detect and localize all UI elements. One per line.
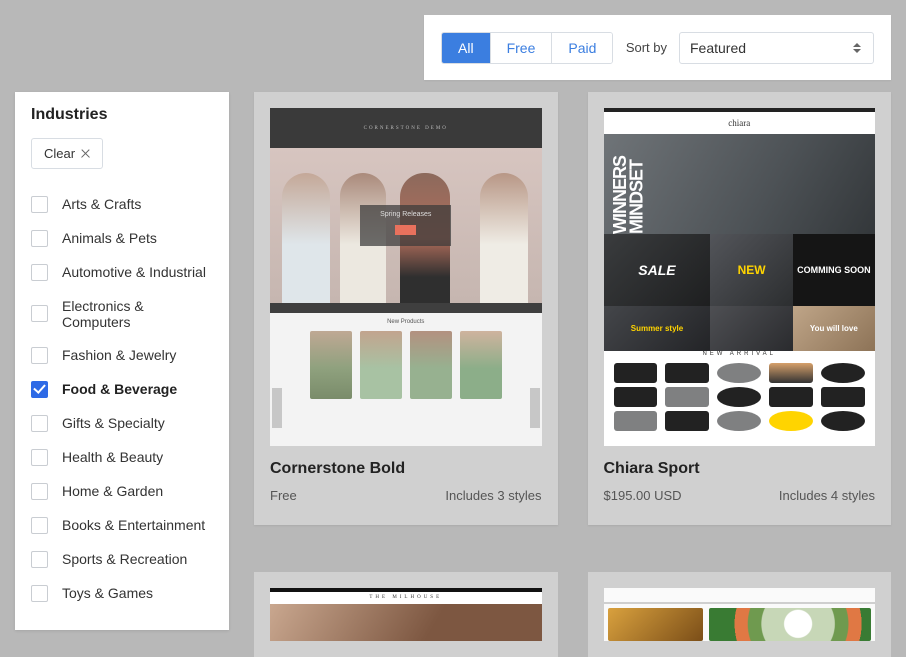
- checkbox[interactable]: [31, 449, 48, 466]
- industry-label: Sports & Recreation: [62, 551, 187, 567]
- industry-label: Toys & Games: [62, 585, 153, 601]
- checkbox[interactable]: [31, 517, 48, 534]
- theme-name: Chiara Sport: [604, 460, 876, 478]
- checkbox[interactable]: [31, 347, 48, 364]
- sort-select[interactable]: Featured: [679, 32, 874, 64]
- theme-price: $195.00 USD: [604, 488, 682, 503]
- industry-label: Animals & Pets: [62, 230, 157, 246]
- theme-card-peek[interactable]: THE MILHOUSE: [254, 572, 558, 657]
- theme-card-chiara-sport[interactable]: chiara WINNERS MINDSET SALE NEW COMMING …: [588, 92, 892, 525]
- filter-free[interactable]: Free: [491, 33, 553, 63]
- filter-bar: All Free Paid Sort by Featured: [424, 15, 891, 80]
- industry-item[interactable]: Animals & Pets: [31, 221, 213, 255]
- theme-styles: Includes 3 styles: [445, 488, 541, 503]
- theme-card-cornerstone-bold[interactable]: CORNERSTONE DEMO Spring Releases New Pro…: [254, 92, 558, 525]
- industry-label: Health & Beauty: [62, 449, 163, 465]
- clear-filters-button[interactable]: Clear: [31, 138, 103, 169]
- industry-item[interactable]: Fashion & Jewelry: [31, 338, 213, 372]
- industry-label: Fashion & Jewelry: [62, 347, 176, 363]
- theme-card-peek[interactable]: [588, 572, 892, 657]
- industry-item[interactable]: Books & Entertainment: [31, 508, 213, 542]
- sidebar-title: Industries: [31, 106, 213, 124]
- checkbox[interactable]: [31, 551, 48, 568]
- industry-item[interactable]: Automotive & Industrial: [31, 255, 213, 289]
- industry-label: Gifts & Specialty: [62, 415, 165, 431]
- industry-item[interactable]: Health & Beauty: [31, 440, 213, 474]
- sort-label: Sort by: [626, 40, 667, 55]
- industry-item[interactable]: Electronics & Computers: [31, 289, 213, 338]
- theme-styles: Includes 4 styles: [779, 488, 875, 503]
- filter-all[interactable]: All: [442, 33, 491, 63]
- industry-label: Books & Entertainment: [62, 517, 205, 533]
- industry-label: Electronics & Computers: [62, 298, 213, 330]
- industry-item[interactable]: Home & Garden: [31, 474, 213, 508]
- industry-label: Automotive & Industrial: [62, 264, 206, 280]
- checkbox[interactable]: [31, 264, 48, 281]
- industry-item[interactable]: Sports & Recreation: [31, 542, 213, 576]
- checkbox[interactable]: [31, 415, 48, 432]
- industries-sidebar: Industries Clear Arts & Crafts Animals & …: [15, 92, 229, 630]
- filter-paid[interactable]: Paid: [552, 33, 612, 63]
- industry-list: Arts & Crafts Animals & Pets Automotive & …: [31, 187, 213, 610]
- theme-price: Free: [270, 488, 297, 503]
- theme-thumbnail: THE MILHOUSE: [270, 588, 542, 641]
- checkbox[interactable]: [31, 483, 48, 500]
- checkbox[interactable]: [31, 305, 48, 322]
- industry-item[interactable]: Arts & Crafts: [31, 187, 213, 221]
- industry-label: Home & Garden: [62, 483, 163, 499]
- industry-item[interactable]: Food & Beverage: [31, 372, 213, 406]
- checkbox[interactable]: [31, 196, 48, 213]
- industry-item[interactable]: Toys & Games: [31, 576, 213, 610]
- industry-item[interactable]: Gifts & Specialty: [31, 406, 213, 440]
- checkbox[interactable]: [31, 585, 48, 602]
- preview-nav: CORNERSTONE DEMO: [270, 108, 542, 148]
- sort-value: Featured: [690, 40, 851, 56]
- checkbox[interactable]: [31, 230, 48, 247]
- theme-thumbnail: chiara WINNERS MINDSET SALE NEW COMMING …: [604, 108, 876, 446]
- theme-thumbnail: CORNERSTONE DEMO Spring Releases New Pro…: [270, 108, 542, 446]
- industry-label: Arts & Crafts: [62, 196, 141, 212]
- checkbox[interactable]: [31, 381, 48, 398]
- close-icon: [81, 149, 90, 158]
- theme-thumbnail: [604, 588, 876, 641]
- sort-caret-icon: [851, 43, 863, 53]
- industry-label: Food & Beverage: [62, 381, 177, 397]
- theme-grid: CORNERSTONE DEMO Spring Releases New Pro…: [254, 92, 891, 525]
- clear-label: Clear: [44, 146, 75, 161]
- price-filter-segmented: All Free Paid: [441, 32, 613, 64]
- theme-name: Cornerstone Bold: [270, 460, 542, 478]
- theme-grid-next-row: THE MILHOUSE: [254, 572, 891, 657]
